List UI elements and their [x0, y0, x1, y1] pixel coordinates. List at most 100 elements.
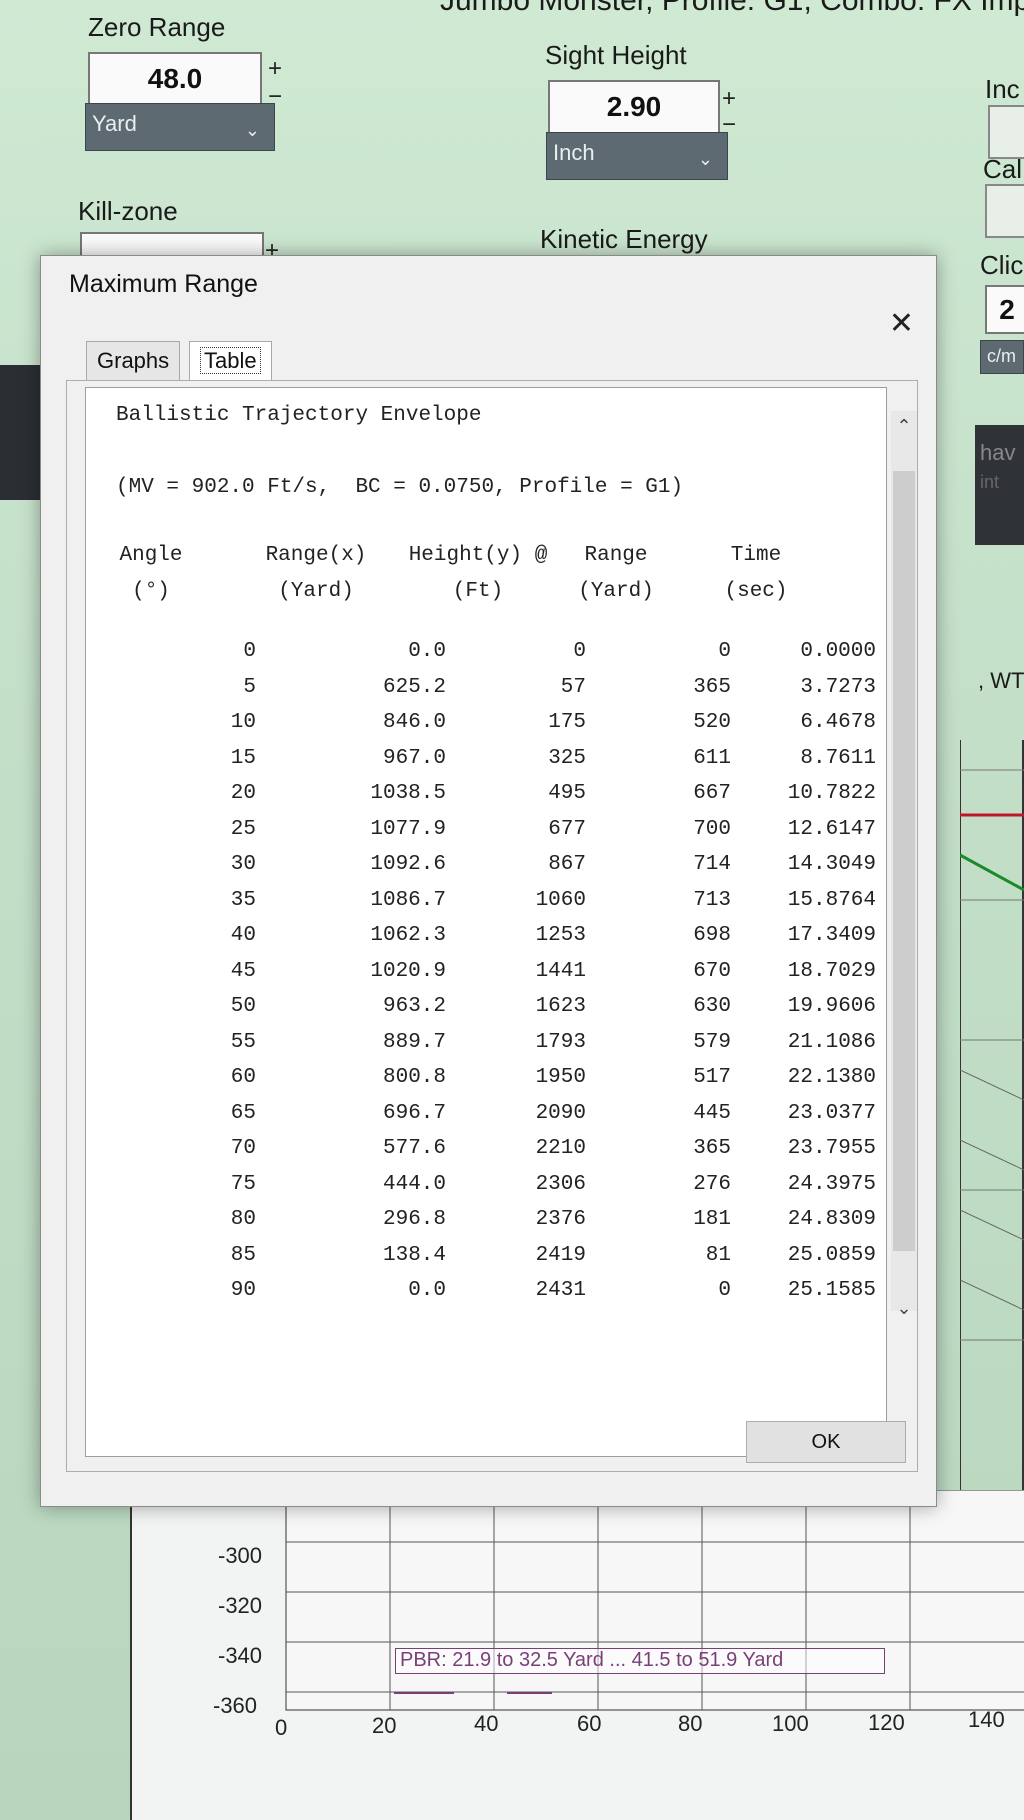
pbr-label: PBR: 21.9 to 32.5 Yard ... 41.5 to 51.9 …	[395, 1648, 885, 1674]
table-cell: 1623	[535, 995, 586, 1018]
zero-range-input[interactable]: 48.0	[88, 52, 262, 106]
table-cell: 1092.6	[370, 853, 446, 876]
table-cell: 2376	[535, 1208, 586, 1231]
sight-height-label: Sight Height	[545, 40, 687, 70]
table-text-area: Ballistic Trajectory Envelope (MV = 902.…	[85, 387, 887, 1457]
scroll-down-icon[interactable]: ⌄	[891, 1297, 917, 1323]
kinetic-energy-label: Kinetic Energy	[540, 224, 708, 254]
table-row: 5 625.2 57 365 3.7273	[106, 676, 886, 706]
zero-range-unit-select[interactable]: Yard ⌄	[85, 103, 275, 151]
table-cell: 1253	[535, 924, 586, 947]
table-cell: 85	[230, 1243, 256, 1267]
table-cell: 2210	[535, 1137, 586, 1160]
right-label-1: Inc	[985, 74, 1020, 104]
table-cell: 65	[230, 1101, 256, 1125]
close-icon[interactable]: ✕	[889, 306, 914, 341]
table-cell: 50	[230, 995, 256, 1018]
table-cell: 20	[230, 782, 256, 805]
table-cell: 6.4678	[800, 711, 876, 734]
zero-range-unit-value: Yard	[92, 111, 137, 136]
table-cell: 670	[693, 959, 731, 983]
table-cell: 889.7	[382, 1030, 446, 1054]
right-input-1[interactable]	[988, 105, 1024, 159]
chevron-down-icon: ⌄	[697, 149, 713, 169]
table-row: 45 1020.9 1441 670 18.7029	[106, 960, 886, 990]
table-cell: 23.0377	[787, 1101, 876, 1125]
right-graph-label: , WT	[978, 668, 1024, 693]
table-cell: 0.0	[408, 640, 446, 663]
table-cell: 30	[230, 853, 256, 876]
table-row: 75 444.0 2306 276 24.3975	[106, 1173, 886, 1203]
graph-right-gridlines	[960, 740, 1024, 1500]
sight-height-increment[interactable]: +	[722, 87, 736, 111]
table-cell: 0.0000	[800, 640, 876, 663]
table-parameters: (MV = 902.0 Ft/s, BC = 0.0750, Profile =…	[116, 476, 684, 499]
right-dark-text-2: int	[980, 472, 1000, 492]
vertical-scrollbar[interactable]: ⌃ ⌄	[891, 411, 917, 1318]
maximum-range-dialog: Maximum Range ✕ Graphs Table Ballistic T…	[40, 255, 937, 1507]
sight-height-decrement[interactable]: −	[722, 113, 736, 137]
column-header-time: Time (sec)	[724, 544, 788, 603]
right-input-3[interactable]: 2	[985, 285, 1024, 334]
tab-table-label: Table	[200, 347, 261, 374]
table-cell: 5	[243, 675, 256, 699]
scroll-thumb[interactable]	[893, 471, 915, 1251]
table-cell: 325	[548, 746, 586, 770]
table-cell: 90	[230, 1279, 256, 1302]
scroll-up-icon[interactable]: ⌃	[891, 411, 917, 437]
table-header: Angle (°) Range(x) (Yard) Height(y) @ (Ft) …	[106, 538, 826, 618]
table-cell: 12.6147	[787, 817, 876, 841]
table-cell: 57	[560, 675, 586, 699]
table-row: 80 296.8 2376 181 24.8309	[106, 1208, 886, 1238]
table-cell: 0	[718, 640, 731, 663]
table-cell: 444.0	[382, 1172, 446, 1196]
ok-button[interactable]: OK	[746, 1421, 906, 1463]
table-cell: 698	[693, 924, 731, 947]
zero-range-decrement[interactable]: −	[268, 85, 282, 109]
table-row: 85 138.4 2419 81 25.0859	[106, 1244, 886, 1274]
table-cell: 696.7	[382, 1101, 446, 1125]
table-cell: 577.6	[382, 1137, 446, 1160]
table-row: 50 963.2 1623 630 19.9606	[106, 995, 886, 1025]
right-dark-text-1: hav	[980, 440, 1016, 465]
table-cell: 520	[693, 711, 731, 734]
right-unit-select[interactable]: c/m	[980, 340, 1024, 374]
table-cell: 138.4	[382, 1243, 446, 1267]
right-input-2[interactable]	[985, 184, 1024, 238]
sight-height-input[interactable]: 2.90	[548, 80, 720, 134]
zero-range-increment[interactable]: +	[268, 57, 282, 81]
chevron-down-icon: ⌄	[244, 120, 260, 140]
table-cell: 365	[693, 1137, 731, 1160]
right-dark-panel: hav int	[975, 425, 1024, 545]
table-cell: 25.1585	[787, 1279, 876, 1302]
y-tick-label: -360	[213, 1693, 258, 1718]
zero-range-label: Zero Range	[88, 12, 226, 42]
tab-table[interactable]: Table	[189, 341, 272, 381]
table-cell: 846.0	[382, 711, 446, 734]
table-heading: Ballistic Trajectory Envelope	[116, 404, 482, 427]
table-cell: 0	[243, 640, 256, 663]
table-cell: 15	[230, 746, 256, 770]
y-tick-label: -320	[218, 1593, 263, 1618]
x-tick-label: 140	[968, 1707, 1005, 1732]
table-cell: 81	[705, 1243, 731, 1267]
sight-height-unit-select[interactable]: Inch ⌄	[546, 132, 728, 180]
table-row: 40 1062.3 1253 698 17.3409	[106, 924, 886, 954]
table-cell: 40	[230, 924, 256, 947]
kill-zone-label: Kill-zone	[78, 196, 178, 226]
column-header-height-y: Height(y) @ (Ft)	[408, 544, 548, 603]
table-row: 15 967.0 325 611 8.7611	[106, 747, 886, 777]
tab-graphs[interactable]: Graphs	[86, 341, 181, 381]
table-cell: 1077.9	[370, 817, 446, 841]
table-cell: 714	[693, 853, 731, 876]
table-cell: 0.0	[408, 1279, 446, 1302]
table-cell: 18.7029	[787, 959, 876, 983]
table-cell: 25.0859	[787, 1243, 876, 1267]
table-row: 90 0.0 2431 0 25.1585	[106, 1279, 886, 1309]
table-cell: 35	[230, 888, 256, 912]
table-cell: 2419	[535, 1243, 586, 1267]
table-cell: 19.9606	[787, 995, 876, 1018]
table-cell: 2306	[535, 1172, 586, 1196]
x-tick-label: 60	[577, 1711, 602, 1736]
table-cell: 14.3049	[787, 853, 876, 876]
